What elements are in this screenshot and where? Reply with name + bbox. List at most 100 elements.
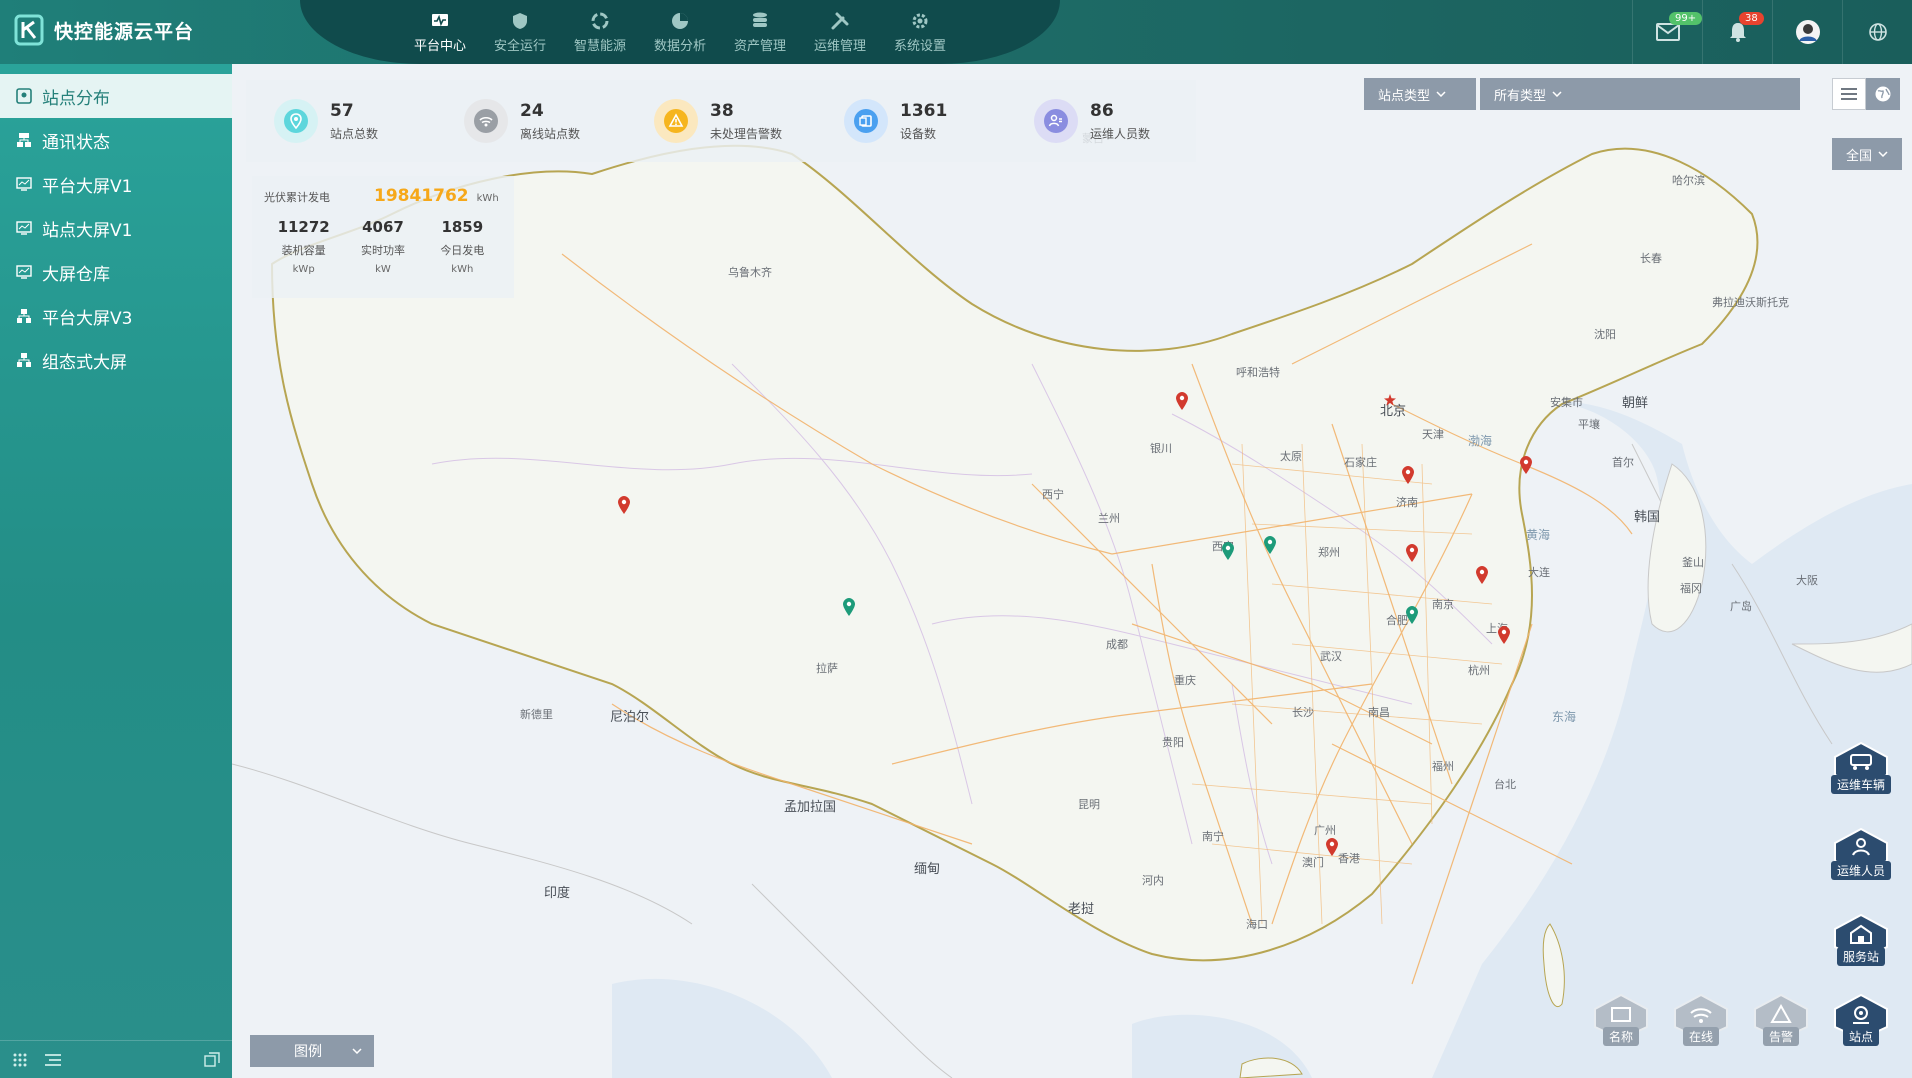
nav-item-label: 数据分析 (653, 38, 706, 54)
site-marker-alarm[interactable] (1476, 566, 1488, 584)
sidebar-item-site-distribution[interactable]: 站点分布 (0, 74, 232, 118)
toggle-alarm-button[interactable]: 告警 (1748, 980, 1814, 1046)
chevron-down-icon (352, 1048, 362, 1054)
pv-label: 今日发电 (440, 244, 485, 257)
city-label: 弗拉迪沃斯托克 (1712, 296, 1789, 309)
brand[interactable]: 快控能源云平台 (14, 14, 194, 46)
sidebar-item-screen-warehouse[interactable]: 大屏仓库 (0, 250, 232, 294)
city-label: 南京 (1432, 598, 1454, 611)
toggle-site-button[interactable]: 站点 (1828, 980, 1894, 1046)
pv-realtime-power: 4067 实时功率 kW (343, 218, 422, 275)
sidebar-item-label: 平台大屏V1 (42, 176, 133, 197)
stat-label: 站点总数 (330, 126, 379, 141)
city-label: 老挝 (1068, 902, 1095, 917)
city-label: 乌鲁木齐 (728, 266, 772, 279)
nav-item-assets[interactable]: 资产管理 (720, 8, 800, 56)
city-label: 广州 (1314, 824, 1336, 837)
city-label: 釜山 (1682, 556, 1704, 569)
city-label: 沈阳 (1594, 328, 1616, 341)
location-icon (274, 99, 318, 143)
stat-unhandled-alarms[interactable]: 38 未处理告警数 (626, 99, 816, 143)
site-type-select[interactable]: 站点类型 (1364, 78, 1476, 110)
pv-label: 装机容量 (281, 244, 326, 257)
device-icon (844, 99, 888, 143)
sidebar-item-label: 站点大屏V1 (42, 220, 133, 241)
hierarchy-icon (17, 353, 31, 367)
nav-item-safety[interactable]: 安全运行 (480, 8, 560, 56)
sidebar-item-config-screen[interactable]: 组态式大屏 (0, 338, 232, 382)
site-marker-alarm[interactable] (618, 496, 630, 514)
collapse-icon[interactable] (204, 1051, 220, 1068)
chevron-down-icon (1436, 91, 1446, 97)
tools-icon (831, 12, 849, 29)
monitor-chart-icon (16, 221, 32, 235)
city-label: 兰州 (1098, 512, 1120, 525)
city-label: 拉萨 (816, 662, 838, 675)
site-marker-alarm[interactable] (1402, 466, 1414, 484)
stat-offline-sites[interactable]: 24 离线站点数 (436, 99, 626, 143)
app-title: 快控能源云平台 (54, 20, 195, 43)
ops-staff-button[interactable]: 运维人员 (1828, 814, 1894, 880)
nav-item-label: 安全运行 (493, 38, 546, 54)
sidebar-item-platform-screen-v1[interactable]: 平台大屏V1 (0, 162, 232, 206)
database-icon (753, 12, 767, 27)
city-label: 香港 (1338, 852, 1360, 865)
sea-label: 渤海 (1468, 434, 1493, 448)
sidebar-item-label: 大屏仓库 (42, 264, 110, 285)
stat-ops-staff[interactable]: 86 运维人员数 (1006, 99, 1196, 143)
stat-label: 运维人员数 (1090, 126, 1151, 141)
nav-item-platform-center[interactable]: 平台中心 (400, 8, 480, 56)
stat-total-sites[interactable]: 57 站点总数 (246, 99, 436, 143)
sidebar-item-site-screen-v1[interactable]: 站点大屏V1 (0, 206, 232, 250)
language-button[interactable] (1842, 0, 1912, 64)
mail-icon (1655, 23, 1680, 41)
stat-value: 86 (1090, 100, 1114, 121)
pv-value: 1859 (441, 218, 484, 236)
city-label: 长春 (1640, 252, 1662, 265)
map-view-button[interactable] (1866, 78, 1900, 110)
site-marker-alarm[interactable] (1498, 626, 1510, 644)
nav-item-settings[interactable]: 系统设置 (880, 8, 960, 56)
pv-unit: kWh (451, 264, 474, 275)
ops-vehicle-button[interactable]: 运维车辆 (1828, 728, 1894, 794)
grid-icon[interactable] (12, 1052, 28, 1068)
stat-devices[interactable]: 1361 设备数 (816, 99, 1006, 143)
city-label: 广岛 (1730, 600, 1752, 613)
site-marker-alarm[interactable] (1406, 544, 1418, 562)
nav-item-maintenance[interactable]: 运维管理 (800, 8, 880, 56)
sidebar-item-label: 站点分布 (42, 88, 110, 109)
nav-item-analysis[interactable]: 数据分析 (640, 8, 720, 56)
menu-list-icon[interactable] (44, 1052, 62, 1068)
site-marker-alarm[interactable] (1326, 838, 1338, 856)
sidebar-item-comm-status[interactable]: 通讯状态 (0, 118, 232, 162)
region-select[interactable]: 全国 (1832, 138, 1902, 170)
city-label: 澳门 (1302, 856, 1324, 869)
notification-button[interactable]: 38 (1702, 0, 1772, 64)
city-label: 杭州 (1468, 664, 1490, 677)
all-type-select[interactable]: 所有类型 (1480, 78, 1800, 110)
list-view-button[interactable] (1832, 78, 1866, 110)
site-marker-online[interactable] (1222, 542, 1234, 560)
mail-button[interactable]: 99+ (1632, 0, 1703, 64)
float-button-label: 运维车辆 (1830, 775, 1891, 794)
user-avatar-button[interactable] (1772, 0, 1842, 64)
city-label: 南昌 (1368, 706, 1390, 719)
legend-dropdown[interactable]: 图例 (250, 1035, 374, 1067)
recycle-icon (591, 12, 609, 29)
sidebar-item-platform-screen-v3[interactable]: 平台大屏V3 (0, 294, 232, 338)
service-station-button[interactable]: 服务站 (1828, 900, 1894, 966)
site-marker-alarm[interactable] (1176, 392, 1188, 410)
site-marker-online[interactable] (843, 598, 855, 616)
site-marker-online[interactable] (1264, 536, 1276, 554)
stat-label: 未处理告警数 (710, 126, 783, 141)
toggle-name-button[interactable]: 名称 (1588, 980, 1654, 1046)
toggle-online-button[interactable]: 在线 (1668, 980, 1734, 1046)
pv-total-value: 19841762 (374, 186, 469, 206)
site-marker-online[interactable] (1406, 606, 1418, 624)
stat-label: 离线站点数 (520, 126, 581, 141)
nav-item-label: 运维管理 (813, 38, 866, 54)
stat-value: 1361 (900, 100, 948, 121)
site-marker-alarm[interactable] (1520, 456, 1532, 474)
city-label: 重庆 (1174, 674, 1196, 687)
nav-item-energy[interactable]: 智慧能源 (560, 8, 640, 56)
